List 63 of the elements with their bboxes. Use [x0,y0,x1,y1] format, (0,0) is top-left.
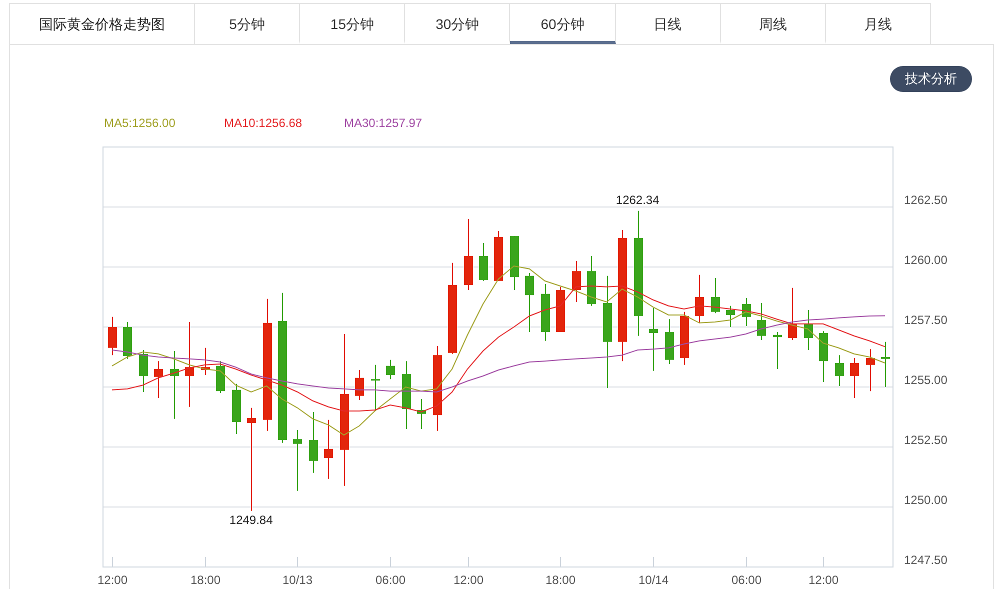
candlestick [309,411,318,474]
candlestick [232,383,241,435]
candlestick [742,297,751,327]
axis-label: 18:00 [545,573,576,587]
axis-label: 18:00 [190,573,221,587]
candlestick [201,347,210,376]
candlestick [479,242,488,282]
candlestick [371,364,380,412]
candlestick [556,286,565,333]
axis-label: 1250.00 [904,493,948,507]
candlestick [757,302,766,340]
candlestick [649,308,658,372]
candlestick [525,272,534,333]
candlestick [788,287,797,340]
axis-label: 10/14 [638,573,669,587]
axis-label: 12:00 [453,573,484,587]
candlestick [417,398,426,430]
candlestick [386,359,395,380]
candlestick [541,284,550,342]
candlestick [866,348,875,392]
axis-label: 1252.50 [904,433,948,447]
axis-label: 10/13 [282,573,313,587]
candlestick [510,236,519,291]
technical-analysis-button[interactable]: 技术分析 [890,66,972,92]
candlestick [804,309,813,351]
candlestick [695,274,704,324]
price-label: 1262.34 [616,192,660,207]
price-label: 1249.84 [229,512,273,527]
candlestick [494,230,503,282]
candlestick [123,321,132,360]
candlestick [835,354,844,387]
axis-label: 1255.00 [904,373,948,387]
legend-label: MA5:1256.00 [104,116,176,130]
candlestick [665,318,674,364]
candlestick [572,260,581,303]
candlestick [154,360,163,399]
axis-label: 12:00 [808,573,839,587]
candlestick [587,255,596,306]
candlestick [402,360,411,430]
axis-label: 12:00 [97,573,128,587]
candlestick [139,350,148,393]
candlestick [324,419,333,480]
candlestick [881,341,890,388]
candlestick [711,278,720,314]
candlestick [850,357,859,399]
candlestick [355,369,364,400]
axis-label: 06:00 [375,573,406,587]
axis-label: 1257.50 [904,313,948,327]
candlestick [293,429,302,492]
axis-label: 1260.00 [904,253,948,267]
axis-label: 06:00 [731,573,762,587]
legend-label: MA30:1257.97 [344,116,422,130]
candlestick [819,330,828,382]
axis-label: 1247.50 [904,553,948,567]
axis-label: 1262.50 [904,193,948,207]
tab[interactable]: 60分钟 [510,4,616,44]
candlestick [726,305,735,328]
legend-label: MA10:1256.68 [224,116,302,130]
candlestick [680,311,689,366]
candlestick [108,316,117,356]
candlestick [773,332,782,370]
candlestick [170,350,179,420]
candlestick [216,360,225,394]
